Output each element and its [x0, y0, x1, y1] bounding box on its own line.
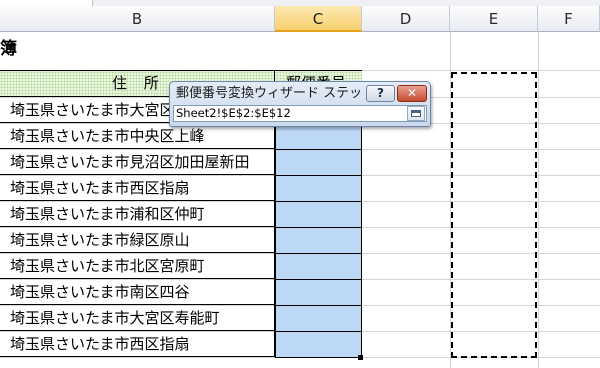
- column-header-c[interactable]: C: [275, 6, 362, 32]
- column-header-b[interactable]: B: [0, 6, 275, 32]
- address-cell[interactable]: 埼玉県さいたま市北区宮原町: [0, 253, 275, 279]
- address-cell[interactable]: 埼玉県さいたま市緑区原山: [0, 227, 275, 253]
- cell-border: [276, 305, 361, 306]
- address-cell[interactable]: 埼玉県さいたま市西区指扇: [0, 331, 275, 357]
- close-icon[interactable]: ✕: [397, 85, 427, 102]
- address-cell[interactable]: 埼玉県さいたま市見沼区加田屋新田: [0, 149, 275, 175]
- address-cell[interactable]: 埼玉県さいたま市浦和区仲町: [0, 201, 275, 227]
- address-header-cell[interactable]: 住 所: [112, 71, 165, 96]
- range-reference-value: Sheet2!$E$2:$E$12: [176, 106, 291, 120]
- copy-marquee-e: [451, 72, 537, 358]
- cell-border: [276, 279, 361, 280]
- cell-border: [276, 357, 361, 358]
- column-header-e[interactable]: E: [450, 6, 538, 32]
- address-cell[interactable]: 埼玉県さいたま市西区指扇: [0, 175, 275, 201]
- cell-border: [276, 149, 361, 150]
- column-header-f[interactable]: F: [538, 6, 600, 32]
- gridline: [538, 32, 539, 368]
- postal-wizard-dialog[interactable]: 郵便番号変換ウィザード ステッ... ? ✕ Sheet2!$E$2:$E$12: [169, 81, 431, 127]
- cell-border: [276, 201, 361, 202]
- fill-handle[interactable]: [358, 355, 363, 360]
- cell-border: [276, 253, 361, 254]
- cell-border: [276, 175, 361, 176]
- column-header-d[interactable]: D: [362, 6, 450, 32]
- dialog-title[interactable]: 郵便番号変換ウィザード ステッ...: [176, 85, 362, 103]
- spreadsheet-grid[interactable]: B C D E F 簿 住 所 郵便番号 埼玉県さいたま市大宮区 埼玉県さいたま…: [0, 0, 600, 368]
- cell-border: [276, 331, 361, 332]
- sheet-title-cell[interactable]: 簿: [0, 37, 17, 61]
- address-cell[interactable]: 埼玉県さいたま市南区四谷: [0, 279, 275, 305]
- collapse-dialog-icon-bar: [411, 110, 421, 113]
- address-cell[interactable]: 埼玉県さいたま市大宮区寿能町: [0, 305, 275, 331]
- range-reference-input[interactable]: Sheet2!$E$2:$E$12: [173, 105, 427, 122]
- collapse-dialog-button[interactable]: [407, 106, 425, 121]
- question-icon[interactable]: ?: [366, 85, 395, 102]
- cell-border: [276, 227, 361, 228]
